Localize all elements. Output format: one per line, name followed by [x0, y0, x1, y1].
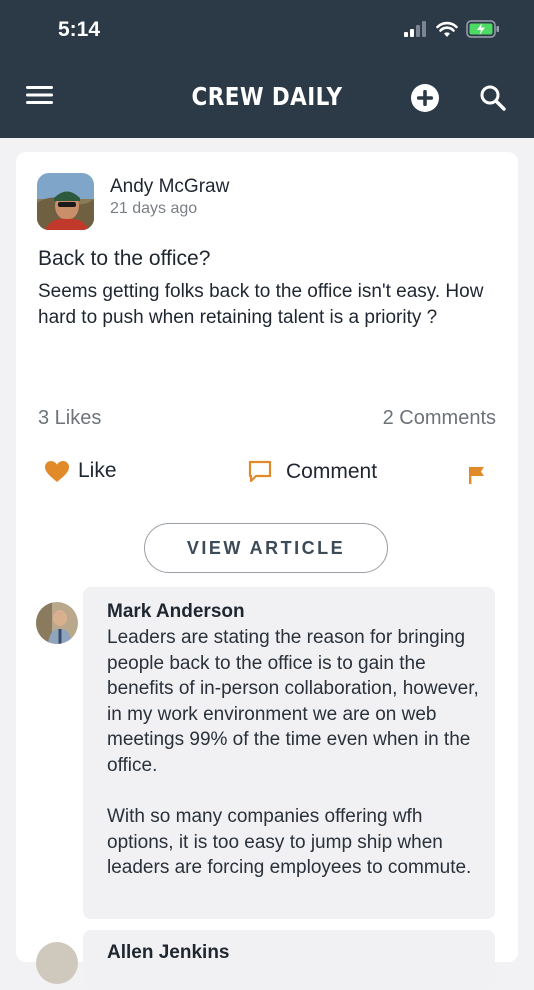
- search-icon: [480, 85, 506, 111]
- battery-icon: [466, 20, 499, 38]
- post-card: Andy McGraw 21 days ago Back to the offi…: [16, 152, 518, 990]
- wifi-icon: [436, 21, 458, 37]
- like-button[interactable]: Like: [44, 459, 117, 483]
- author-name[interactable]: Andy McGraw: [110, 176, 229, 198]
- comment-bubble: Mark Anderson Leaders are stating the re…: [83, 587, 495, 919]
- commenter-name[interactable]: Allen Jenkins: [107, 942, 230, 964]
- commenter-avatar[interactable]: [36, 602, 78, 644]
- comments-count[interactable]: 2 Comments: [383, 407, 496, 430]
- report-button[interactable]: [468, 466, 486, 484]
- post-body: Seems getting folks back to the office i…: [38, 281, 484, 328]
- flag-icon: [469, 467, 484, 484]
- post-timestamp: 21 days ago: [110, 200, 198, 217]
- comment-text: Leaders are stating the reason for bring…: [107, 627, 479, 879]
- status-icons: [404, 20, 500, 38]
- like-label: Like: [78, 459, 117, 482]
- commenter-name[interactable]: Mark Anderson: [107, 601, 245, 623]
- app-header: 5:14 CREW DAILY: [0, 0, 534, 138]
- view-article-button[interactable]: VIEW ARTICLE: [144, 523, 388, 573]
- heart-icon: [45, 460, 69, 482]
- comment-bubble: Allen Jenkins: [83, 930, 495, 990]
- comment-icon: [248, 460, 272, 483]
- commenter-avatar[interactable]: [36, 942, 78, 984]
- add-circle-icon: [411, 84, 439, 112]
- search-button[interactable]: [479, 84, 507, 117]
- signal-icon: [404, 21, 426, 37]
- post-title: Back to the office?: [38, 247, 211, 270]
- author-avatar[interactable]: [37, 173, 94, 230]
- status-time: 5:14: [58, 18, 101, 41]
- comment-button[interactable]: Comment: [248, 460, 377, 484]
- comment-label: Comment: [286, 460, 378, 483]
- add-post-button[interactable]: [410, 83, 440, 118]
- likes-count[interactable]: 3 Likes: [38, 407, 101, 430]
